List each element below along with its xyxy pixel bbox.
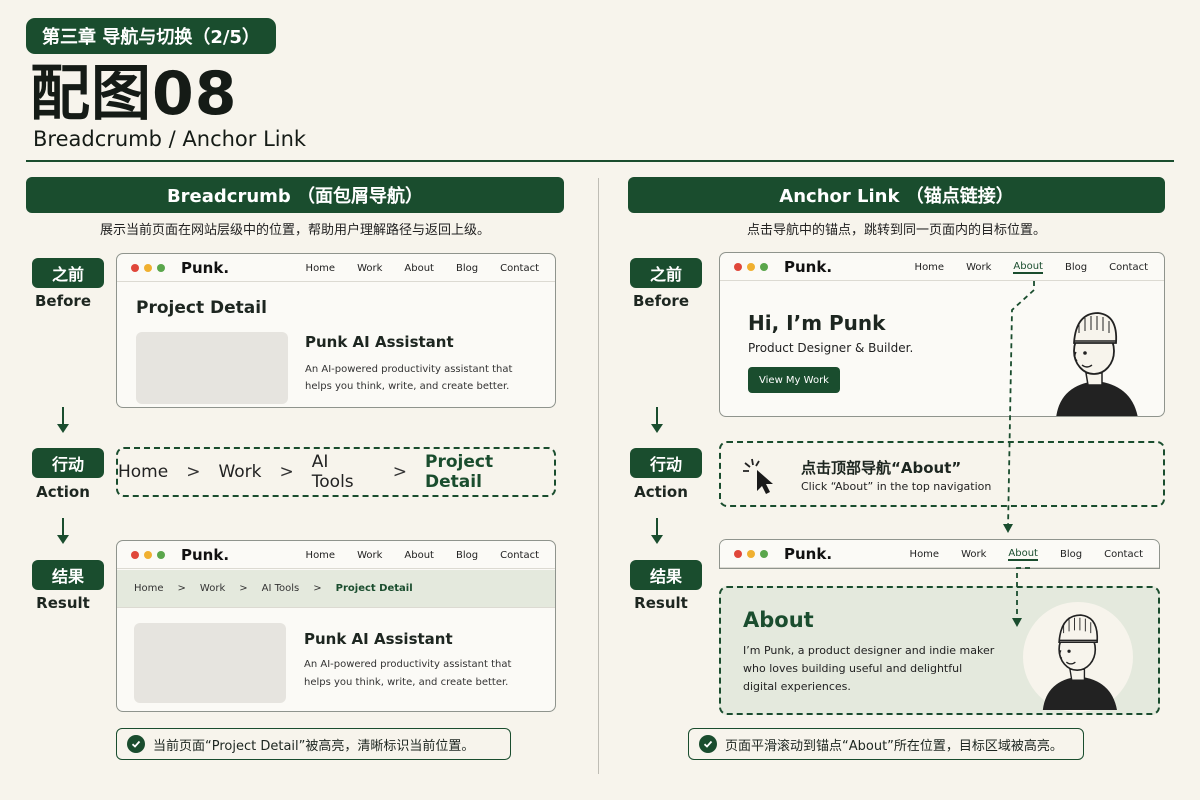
right-note-text: 页面平滑滚动到锚点“About”所在位置，目标区域被高亮。 xyxy=(725,738,1063,754)
right-result-note: 页面平滑滚动到锚点“About”所在位置，目标区域被高亮。 xyxy=(688,728,1084,760)
anchor-jump-connector xyxy=(1003,281,1035,627)
check-icon xyxy=(699,735,717,753)
